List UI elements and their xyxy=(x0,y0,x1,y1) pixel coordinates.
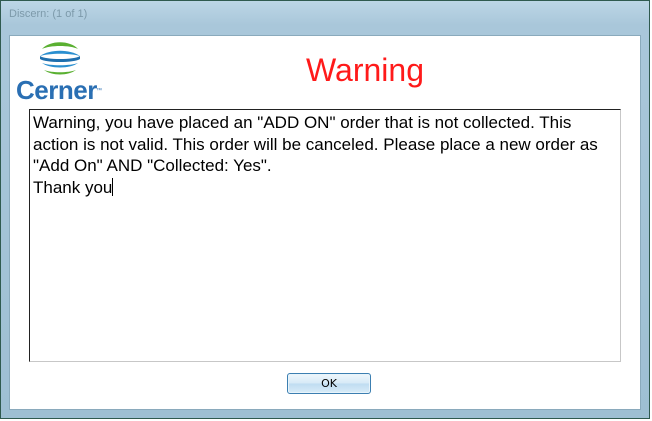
message-text: Warning, you have placed an "ADD ON" ord… xyxy=(33,113,598,197)
text-caret xyxy=(112,177,114,196)
warning-heading: Warning xyxy=(306,52,424,88)
window-title: Discern: (1 of 1) xyxy=(9,8,88,20)
dialog-window: Discern: (1 of 1) Cerner ™ Warning Warni… xyxy=(0,0,650,419)
cerner-logo: Cerner ™ xyxy=(12,38,108,105)
cerner-wordmark: Cerner xyxy=(16,75,97,105)
dialog-content: Cerner ™ Warning Warning, you have place… xyxy=(9,35,641,410)
ok-button[interactable]: OK xyxy=(287,373,371,394)
title-bar[interactable]: Discern: (1 of 1) xyxy=(1,1,649,35)
cerner-logo-icon xyxy=(40,42,80,75)
message-textbox[interactable]: Warning, you have placed an "ADD ON" ord… xyxy=(29,109,621,362)
trademark-mark: ™ xyxy=(96,88,102,94)
